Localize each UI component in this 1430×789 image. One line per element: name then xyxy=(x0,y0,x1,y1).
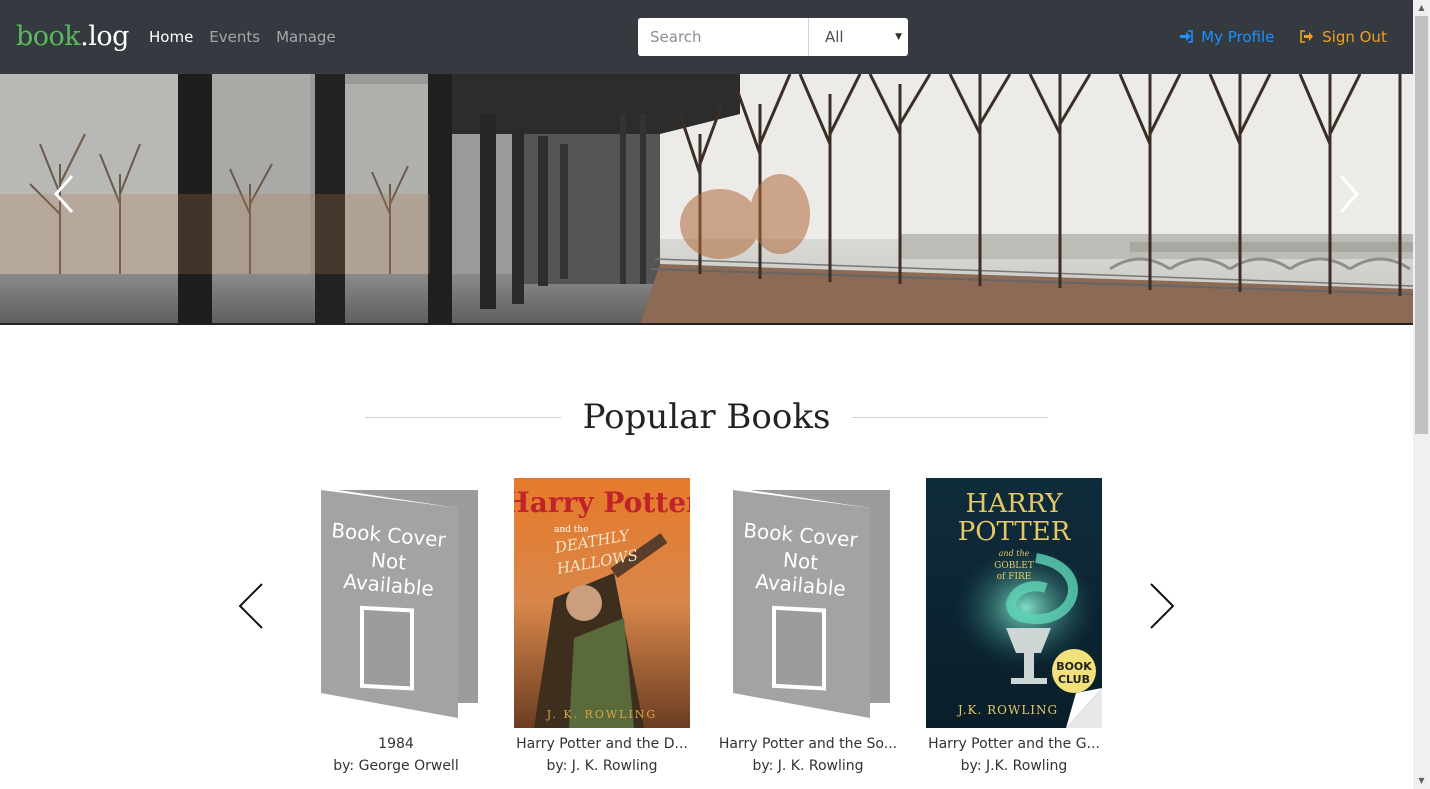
heading-rule-right xyxy=(852,416,1048,418)
hero-carousel xyxy=(0,74,1413,325)
cover-author: J. K. ROWLING xyxy=(546,708,657,721)
cover-title-1: HARRY xyxy=(966,489,1064,519)
book-cover-image[interactable]: Harry Potter and the DEATHLY HALLOWS J. … xyxy=(514,478,690,728)
section-title: Popular Books xyxy=(582,397,831,437)
search-input[interactable] xyxy=(638,18,809,56)
main-nav: Home Events Manage xyxy=(149,27,336,47)
books-prev-button[interactable] xyxy=(236,582,266,634)
books-next-button[interactable] xyxy=(1147,582,1177,634)
book-title[interactable]: Harry Potter and the D... xyxy=(507,734,697,754)
book-title[interactable]: Harry Potter and the G... xyxy=(919,734,1109,754)
scroll-down-icon[interactable]: ▼ xyxy=(1413,773,1430,789)
book-club-badge-2: CLUB xyxy=(1058,673,1090,686)
brand-logo[interactable]: book.log xyxy=(16,19,129,55)
hero-prev-button[interactable] xyxy=(52,174,76,218)
hero-image xyxy=(0,74,1413,325)
cover-title-2: POTTER xyxy=(958,517,1072,547)
cover-title: Harry Potter xyxy=(514,486,690,519)
chevron-right-icon xyxy=(1339,175,1360,213)
sign-out-label: Sign Out xyxy=(1322,28,1387,46)
cover-text-line-2: Not xyxy=(370,548,407,575)
cover-author: J.K. ROWLING xyxy=(956,703,1058,717)
book-cover-image[interactable]: HARRY POTTER and the GOBLET of FIRE BOOK… xyxy=(926,478,1102,728)
book-cover-placeholder[interactable]: Book Cover Not Available xyxy=(720,478,896,728)
cover-subtitle-2: of FIRE xyxy=(997,572,1032,582)
nav-manage-link[interactable]: Manage xyxy=(276,27,336,47)
book-title[interactable]: Harry Potter and the So... xyxy=(713,734,903,754)
cover-text-line-2: Not xyxy=(782,548,819,575)
sign-in-icon xyxy=(1179,30,1197,46)
chevron-right-icon xyxy=(1150,583,1175,629)
brand-part-2: .log xyxy=(80,21,129,52)
book-club-badge-1: BOOK xyxy=(1056,660,1092,673)
search-filter-select[interactable]: All ▼ xyxy=(809,18,908,56)
my-profile-label: My Profile xyxy=(1201,28,1275,46)
search-bar: All ▼ xyxy=(638,18,908,56)
chevron-left-icon xyxy=(238,583,263,629)
cover-and-the: and the xyxy=(999,549,1030,558)
hero-next-button[interactable] xyxy=(1337,174,1361,218)
caret-down-icon: ▼ xyxy=(895,32,902,42)
chevron-left-icon xyxy=(53,175,74,213)
navbar: book.log Home Events Manage All ▼ My Pro… xyxy=(0,0,1413,74)
sign-out-icon xyxy=(1300,30,1318,46)
search-filter-value: All xyxy=(825,28,844,46)
book-author: by: J. K. Rowling xyxy=(546,758,658,774)
book-author: by: George Orwell xyxy=(333,758,459,774)
sign-out-link[interactable]: Sign Out xyxy=(1300,27,1387,49)
book-author: by: J.K. Rowling xyxy=(960,758,1068,774)
cover-subtitle-1: GOBLET xyxy=(994,561,1034,571)
scrollbar-thumb[interactable] xyxy=(1415,16,1428,434)
popular-books-heading: Popular Books xyxy=(365,388,1048,446)
book-author: by: J. K. Rowling xyxy=(752,758,864,774)
brand-part-1: book xyxy=(16,21,81,52)
book-title[interactable]: 1984 xyxy=(301,734,491,754)
book-cover-placeholder[interactable]: Book Cover Not Available xyxy=(308,478,484,728)
scroll-up-icon[interactable]: ▲ xyxy=(1413,0,1430,16)
my-profile-link[interactable]: My Profile xyxy=(1179,27,1274,49)
nav-events-link[interactable]: Events xyxy=(209,27,260,47)
heading-rule-left xyxy=(365,416,561,418)
page-scrollbar[interactable]: ▲ ▼ xyxy=(1413,0,1430,789)
nav-home-link[interactable]: Home xyxy=(149,27,193,47)
